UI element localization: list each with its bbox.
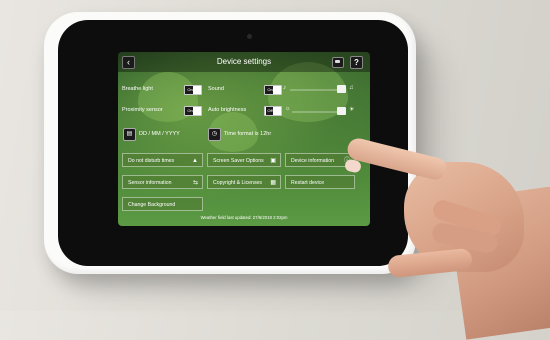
button-label: Copyright & Licenses [213, 180, 263, 186]
change-background-button[interactable]: Change Background [122, 197, 203, 211]
breathe-light-label: Breathe light [122, 86, 153, 92]
sound-toggle[interactable]: On [264, 85, 282, 95]
toggle-knob [193, 107, 201, 115]
volume-slider[interactable] [290, 89, 340, 91]
breathe-light-toggle[interactable]: On [184, 85, 202, 95]
brightness-slider-thumb[interactable] [337, 107, 346, 115]
toggle-knob [273, 107, 281, 115]
copyright-licenses-button[interactable]: Copyright & Licenses ▦ [207, 175, 281, 189]
toggle-knob [193, 86, 201, 94]
do-not-disturb-button[interactable]: Do not disturb times ▲ [122, 153, 203, 167]
auto-brightness-label: Auto brightness [208, 107, 247, 113]
touch-screen: ‹ Device settings ? Breathe light On Sou… [118, 52, 370, 226]
volume-high-icon: ♫ [349, 85, 354, 91]
button-label: Do not disturb times [128, 158, 175, 164]
sensor-information-button[interactable]: Sensor information ⇆ [122, 175, 203, 189]
volume-slider-thumb[interactable] [337, 85, 346, 93]
help-icon[interactable]: ? [350, 56, 363, 69]
brightness-low-icon: ☼ [285, 106, 291, 112]
chat-icon[interactable] [332, 57, 344, 68]
proximity-sensor-toggle[interactable]: On [184, 106, 202, 116]
brightness-high-icon: ☀ [349, 107, 355, 113]
volume-low-icon: ♪ [283, 85, 286, 91]
auto-brightness-toggle[interactable]: Off [264, 106, 282, 116]
date-format[interactable]: DD / MM / YYYY [139, 131, 180, 137]
screen-icon: ▣ [270, 158, 276, 164]
document-icon: ▦ [270, 180, 276, 186]
restart-device-button[interactable]: Restart device [285, 175, 355, 189]
button-label: Screen Saver Options [213, 158, 264, 164]
bell-icon: ▲ [192, 158, 198, 164]
screen-saver-button[interactable]: Screen Saver Options ▣ [207, 153, 281, 167]
button-label: Change Background [128, 202, 176, 208]
brightness-slider[interactable] [292, 111, 340, 113]
weather-updated-status: Weather field last updated: 27/6/2018 2:… [200, 215, 288, 220]
button-label: Sensor information [128, 180, 172, 186]
button-label: Device information [291, 158, 334, 164]
proximity-sensor-label: Proximity sensor [122, 107, 163, 113]
sound-label: Sound [208, 86, 224, 92]
toggle-knob [273, 86, 281, 94]
camera-icon [247, 34, 252, 39]
sliders-icon: ⇆ [192, 180, 198, 186]
clock-icon[interactable]: ◷ [208, 128, 221, 141]
button-label: Restart device [291, 180, 325, 186]
time-format[interactable]: Time format is 12hr [224, 131, 271, 137]
calendar-icon[interactable]: ▤ [123, 128, 136, 141]
